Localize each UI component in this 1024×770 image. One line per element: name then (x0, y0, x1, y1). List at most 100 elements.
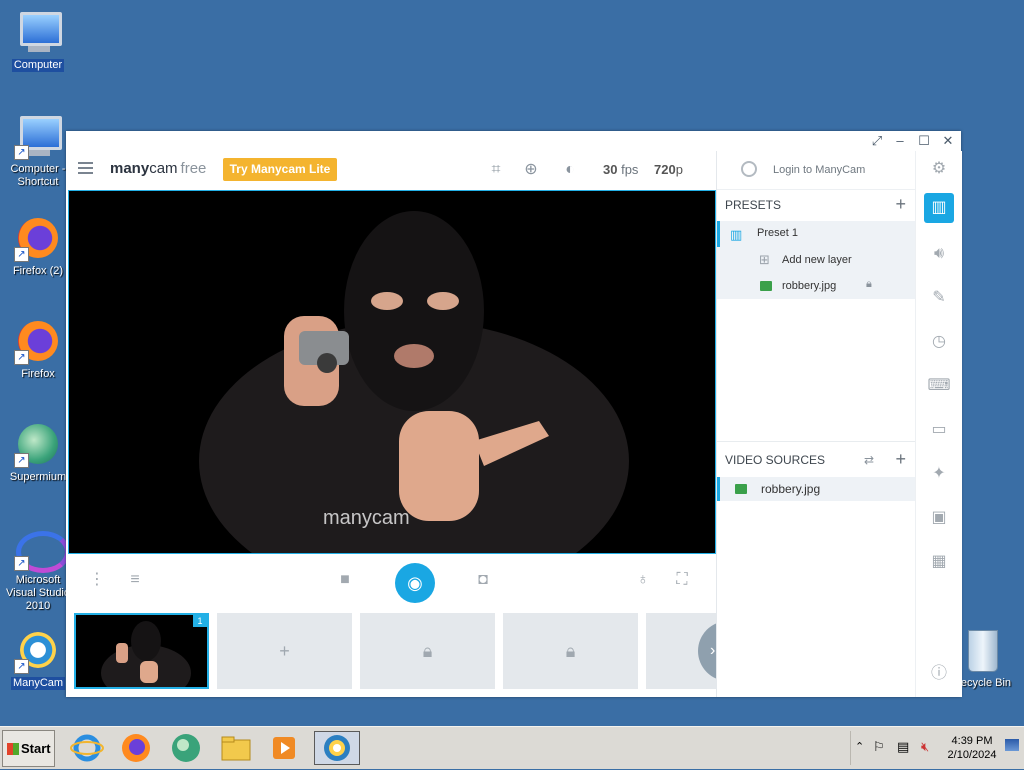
firefox-icon: ↗ (14, 214, 62, 262)
clock-date: 2/10/2024 (947, 749, 997, 761)
preset-item[interactable]: ▥ Preset 1 (717, 221, 916, 247)
effects-wand-icon[interactable]: ✦ (924, 459, 954, 489)
right-panel: Login to ManyCam PRESETS + ▥ Preset 1 ⊞ … (716, 151, 916, 697)
add-preset-icon[interactable]: + (895, 194, 906, 215)
resolution-readout[interactable]: 720p (654, 162, 683, 177)
zoom-icon[interactable]: ⊕ (521, 160, 541, 180)
desktop-icon-visual-studio[interactable]: ↗ Microsoft Visual Studio 2010 (0, 523, 76, 613)
widgets-icon[interactable]: ▦ (924, 547, 954, 577)
fps-readout[interactable]: 30 fps (603, 162, 638, 177)
taskbar-explorer[interactable] (219, 731, 253, 765)
playlist-icon[interactable]: ≡ (124, 569, 146, 591)
lock-icon[interactable]: 🔒︎ (866, 278, 872, 291)
layer-item[interactable]: robbery.jpg 🔒︎ (717, 273, 916, 299)
settings-gear-icon[interactable]: ⚙ (924, 154, 954, 184)
chevron-right-icon: › (710, 642, 716, 659)
internet-explorer-icon (70, 734, 104, 762)
taskbar-supermium[interactable] (169, 731, 203, 765)
login-row[interactable]: Login to ManyCam (717, 151, 916, 190)
resolution-value: 720 (654, 162, 676, 177)
show-desktop-icon[interactable] (1005, 739, 1019, 751)
keyboard-icon[interactable]: ⌨ (924, 371, 954, 401)
taskbar-firefox[interactable] (119, 731, 153, 765)
fps-value: 30 (603, 162, 618, 177)
desktop-icon-manycam[interactable]: ↗ ManyCam (0, 626, 76, 690)
try-manycam-lite-button[interactable]: Try Manycam Lite (223, 158, 337, 181)
desktop-icon-computer-shortcut[interactable]: ↗ Computer - Shortcut (0, 112, 76, 189)
add-layer-label: Add new layer (782, 254, 852, 266)
lock-icon: 🔒︎ (422, 641, 433, 661)
image-overlay-icon[interactable]: ▣ (924, 503, 954, 533)
thumbnail-locked[interactable]: 🔒︎ (360, 613, 495, 689)
preset-thumbnails: 1 + 🔒︎ 🔒︎ › (74, 613, 716, 689)
video-source-label: robbery.jpg (761, 482, 821, 496)
thumbnail-image (101, 621, 191, 689)
desktop-icon-firefox-2[interactable]: ↗ Firefox (2) (0, 214, 76, 278)
presets-layers-icon[interactable]: ▥ (924, 193, 954, 223)
thumbnail-preset-1[interactable]: 1 (74, 613, 209, 689)
computer-icon (14, 8, 62, 56)
audio-speaker-icon[interactable]: 🔊︎ (924, 239, 954, 269)
desktop-icon-computer[interactable]: Computer (0, 8, 76, 72)
desktop-icon-label: Firefox (21, 368, 55, 380)
recycle-bin-icon (958, 626, 1006, 674)
menu-icon[interactable] (78, 162, 93, 175)
snapshot-camera-icon[interactable]: ◘ (472, 569, 494, 591)
history-clock-icon[interactable]: ◷ (924, 327, 954, 357)
app-logo: manycam free (110, 160, 206, 177)
taskbar-internet-explorer[interactable] (70, 731, 104, 765)
desktop-icon-label: Supermium (9, 471, 67, 483)
action-center-flag-icon[interactable]: ⚐ (873, 739, 885, 755)
side-rail: ⚙ ▥ 🔊︎ ✎ ◷ ⌨ ▭ ✦ ▣ ▦ ⓘ (915, 151, 962, 697)
maximize-button[interactable]: ☐ (916, 133, 932, 149)
logo-rest: cam (149, 160, 178, 177)
volume-muted-icon[interactable]: 🔇︎ (921, 739, 929, 755)
fps-unit: fps (621, 162, 639, 177)
lower-thirds-icon[interactable]: ▭ (924, 415, 954, 445)
clock[interactable]: 4:39 PM 2/10/2024 (947, 734, 997, 762)
thumbnail-locked[interactable]: 🔒︎ (503, 613, 638, 689)
desktop-icon-firefox[interactable]: ↗ Firefox (0, 317, 76, 381)
video-preview[interactable]: manycam (68, 190, 716, 554)
window-titlebar[interactable]: ⤢ – ☐ ✕ (66, 131, 961, 151)
crop-icon[interactable]: ⌗ (486, 160, 506, 180)
taskbar-media-player[interactable] (267, 731, 301, 765)
more-vertical-icon[interactable]: ⋮ (86, 569, 108, 591)
layer-label: robbery.jpg (782, 280, 837, 292)
broadcast-icon: ◉ (407, 573, 423, 593)
sources-settings-icon[interactable]: ⇄ (864, 453, 874, 467)
microphone-icon[interactable]: ♁ (632, 569, 654, 591)
minimize-button[interactable]: – (892, 133, 908, 149)
fullscreen-icon[interactable]: ⛶ (671, 569, 693, 591)
video-camera-icon[interactable]: ■ (334, 569, 356, 591)
info-icon[interactable]: ⓘ (924, 659, 954, 689)
add-icon: + (279, 641, 290, 661)
restore-compact-icon[interactable]: ⤢ (869, 133, 885, 149)
add-layer-icon: ⊞ (759, 252, 770, 267)
add-layer-item[interactable]: ⊞ Add new layer (717, 247, 916, 273)
logo-free: free (180, 160, 207, 177)
system-tray: ⌃ ⚐ ▤ 🔇︎ 4:39 PM 2/10/2024 (850, 731, 1021, 765)
broadcast-button[interactable]: ◉ (395, 563, 435, 603)
media-player-icon (273, 737, 295, 759)
add-source-icon[interactable]: + (895, 449, 906, 470)
network-icon[interactable]: ▤ (897, 739, 909, 755)
thumbnail-add[interactable]: + (217, 613, 352, 689)
show-hidden-icons-icon[interactable]: ⌃ (855, 740, 864, 753)
video-sources-header: VIDEO SOURCES (725, 453, 826, 467)
start-button[interactable]: Start (2, 730, 55, 767)
brightness-icon[interactable]: ◐ (560, 160, 580, 180)
layers-icon: ▥ (730, 227, 743, 242)
manycam-icon: ↗ (14, 626, 62, 674)
login-link[interactable]: Login to ManyCam (773, 164, 865, 176)
taskbar-manycam[interactable] (314, 731, 360, 765)
close-button[interactable]: ✕ (940, 133, 956, 149)
manycam-icon (324, 735, 350, 761)
robbery-image (199, 211, 629, 553)
video-source-item[interactable]: robbery.jpg (717, 477, 916, 501)
desktop-icon-supermium[interactable]: ↗ Supermium (0, 420, 76, 484)
folder-icon (221, 736, 251, 761)
video-controls: ⋮ ≡ ■ ◉ ◘ ♁ ⛶ (66, 555, 716, 605)
draw-signature-icon[interactable]: ✎ (924, 283, 954, 313)
windows-flag-icon (7, 743, 19, 755)
